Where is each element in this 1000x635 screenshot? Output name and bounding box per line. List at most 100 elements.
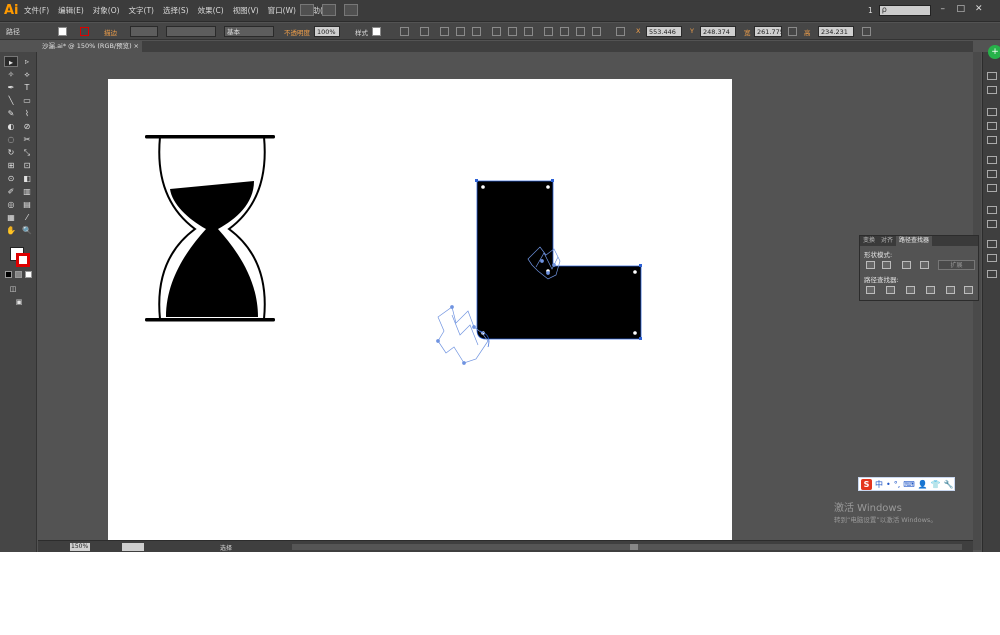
gradient-tool[interactable]: ◧ bbox=[20, 173, 34, 184]
distribute-middle-icon[interactable] bbox=[560, 27, 569, 36]
horizontal-scrollbar[interactable] bbox=[292, 544, 962, 550]
artboard-navigation-field[interactable] bbox=[122, 543, 144, 551]
type-tool[interactable]: T bbox=[20, 82, 34, 93]
artboards-panel-icon[interactable] bbox=[987, 254, 997, 262]
status-text[interactable]: 选择 bbox=[220, 543, 232, 552]
align-top-icon[interactable] bbox=[492, 27, 501, 36]
tab-pathfinder[interactable]: 路径查找器 bbox=[896, 236, 933, 246]
brushes-icon[interactable] bbox=[987, 122, 997, 130]
screen-mode-icon[interactable]: ▣ bbox=[12, 297, 26, 308]
paintbrush-tool[interactable]: ✎ bbox=[4, 108, 18, 119]
slice-tool[interactable]: ⁄ bbox=[20, 212, 34, 223]
eyedropper-tool[interactable]: ✐ bbox=[4, 186, 18, 197]
hand-tool[interactable]: ✋ bbox=[4, 225, 18, 236]
pathfinder-panel-icon[interactable] bbox=[987, 270, 997, 278]
sync-badge-icon[interactable]: + bbox=[988, 45, 1000, 59]
recolor-icon[interactable] bbox=[400, 27, 409, 36]
ime-skin-icon[interactable]: 👕 bbox=[931, 480, 941, 489]
pencil-tool[interactable]: ⌇ bbox=[20, 108, 34, 119]
vertical-scrollbar[interactable] bbox=[973, 52, 981, 550]
column-graph-tool[interactable]: ▤ bbox=[20, 199, 34, 210]
send-icon[interactable] bbox=[344, 4, 358, 16]
horizontal-scroll-thumb[interactable] bbox=[630, 544, 638, 550]
layers-panel-icon[interactable] bbox=[987, 240, 997, 248]
lasso-tool[interactable]: ⟡ bbox=[20, 69, 34, 80]
mesh-tool[interactable]: ⊙ bbox=[4, 173, 18, 184]
rectangle-tool[interactable]: ▭ bbox=[20, 95, 34, 106]
live-corner-widget[interactable] bbox=[633, 270, 637, 274]
hourglass-artwork[interactable] bbox=[145, 135, 275, 322]
expand-button[interactable]: 扩展 bbox=[938, 260, 975, 270]
align-center-icon[interactable] bbox=[456, 27, 465, 36]
pen-tool[interactable]: ✒ bbox=[4, 82, 18, 93]
tab-align[interactable]: 对齐 bbox=[878, 236, 896, 246]
none-mode-icon[interactable] bbox=[25, 271, 32, 278]
close-tab-icon[interactable]: × bbox=[134, 41, 139, 52]
live-corner-widget[interactable] bbox=[481, 185, 485, 189]
document-tab[interactable]: 沙漏.ai* @ 150% (RGB/预览) × bbox=[38, 41, 142, 52]
search-input[interactable]: ρ bbox=[878, 4, 931, 16]
ime-toolbar[interactable]: S 中 • °, ⌨ 👤 👕 🔧 bbox=[858, 477, 955, 491]
height-field[interactable]: 234.231 bbox=[818, 26, 854, 37]
line-tool[interactable]: ╲ bbox=[4, 95, 18, 106]
l-shape-path[interactable] bbox=[475, 179, 642, 340]
minus-back-button[interactable] bbox=[964, 286, 973, 294]
magic-wand-tool[interactable]: ✧ bbox=[4, 69, 18, 80]
zoom-field[interactable]: 150% bbox=[70, 543, 90, 551]
bridge-icon[interactable] bbox=[300, 4, 314, 16]
live-corner-widget[interactable] bbox=[546, 185, 550, 189]
merge-button[interactable] bbox=[906, 286, 915, 294]
outline-button[interactable] bbox=[946, 286, 955, 294]
warp-tool[interactable]: ↻ bbox=[4, 147, 18, 158]
fill-color-icon[interactable] bbox=[58, 27, 67, 36]
intersect-button[interactable] bbox=[902, 261, 911, 269]
align-middle-icon[interactable] bbox=[508, 27, 517, 36]
x-field[interactable]: 553.446 bbox=[646, 26, 682, 37]
opacity-field[interactable]: 100% bbox=[314, 26, 340, 37]
brush-definition[interactable]: 基本 bbox=[224, 26, 274, 37]
zoom-tool[interactable]: 🔍 bbox=[20, 225, 34, 236]
transparency-panel-icon[interactable] bbox=[987, 184, 997, 192]
blend-tool[interactable]: ▥ bbox=[20, 186, 34, 197]
minimize-button[interactable]: – bbox=[937, 4, 949, 16]
perspective-grid-tool[interactable]: ⊡ bbox=[20, 160, 34, 171]
menu-type[interactable]: 文字(T) bbox=[129, 5, 154, 16]
color-panel-icon[interactable] bbox=[987, 72, 997, 80]
minus-front-button[interactable] bbox=[882, 261, 891, 269]
trim-button[interactable] bbox=[886, 286, 895, 294]
graphic-styles-icon[interactable] bbox=[987, 220, 997, 228]
anchor-point[interactable] bbox=[639, 264, 642, 267]
appearance-panel-icon[interactable] bbox=[987, 206, 997, 214]
blob-brush-tool[interactable]: ◐ bbox=[4, 121, 18, 132]
live-corner-widget[interactable] bbox=[633, 331, 637, 335]
constrain-proportions-icon[interactable] bbox=[788, 27, 797, 36]
scale-tool[interactable]: ⤡ bbox=[20, 147, 34, 158]
exclude-button[interactable] bbox=[920, 261, 929, 269]
stroke-weight-field[interactable] bbox=[130, 26, 158, 37]
symbols-icon[interactable] bbox=[987, 136, 997, 144]
stroke-swatch[interactable] bbox=[16, 253, 30, 267]
graphic-style-icon[interactable] bbox=[372, 27, 381, 36]
menu-view[interactable]: 视图(V) bbox=[233, 5, 259, 16]
menu-object[interactable]: 对象(O) bbox=[93, 5, 120, 16]
close-button[interactable]: ✕ bbox=[973, 4, 985, 16]
ime-user-icon[interactable]: 👤 bbox=[918, 480, 928, 489]
artboard[interactable] bbox=[108, 79, 732, 540]
gradient-panel-icon[interactable] bbox=[987, 170, 997, 178]
anchor-point[interactable] bbox=[551, 179, 554, 182]
color-mode-icon[interactable] bbox=[5, 271, 12, 278]
align-left-icon[interactable] bbox=[440, 27, 449, 36]
tab-transform[interactable]: 变换 bbox=[860, 236, 878, 246]
artboard-tool[interactable]: ▦ bbox=[4, 212, 18, 223]
ime-halfwidth-icon[interactable]: • bbox=[886, 480, 891, 489]
align-bottom-icon[interactable] bbox=[524, 27, 533, 36]
stroke-label[interactable]: 描边 bbox=[104, 27, 117, 37]
rotate-tool[interactable]: ◌ bbox=[4, 134, 18, 145]
menu-select[interactable]: 选择(S) bbox=[163, 5, 189, 16]
divide-button[interactable] bbox=[866, 286, 875, 294]
arrange-documents-icon[interactable] bbox=[322, 4, 336, 16]
workspace-number[interactable]: 1 bbox=[868, 6, 873, 15]
stroke-panel-icon[interactable] bbox=[987, 156, 997, 164]
menu-file[interactable]: 文件(F) bbox=[24, 5, 49, 16]
shape-builder-tool[interactable]: ⊞ bbox=[4, 160, 18, 171]
